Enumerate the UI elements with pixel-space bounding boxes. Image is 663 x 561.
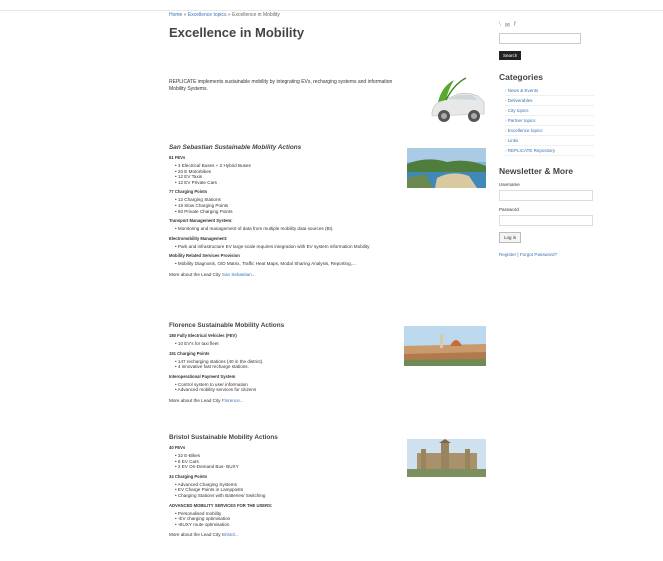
account-links: Register | Forgot Password?	[499, 252, 594, 257]
category-link-news[interactable]: News & Events	[508, 88, 539, 93]
item-list: 10 EV's for taxi fleet	[175, 341, 399, 347]
sidebar: ⧵ ✉ f Search Categories News & Events De…	[499, 22, 594, 257]
florence-section: Florence Sustainable Mobility Actions 18…	[169, 322, 399, 403]
item-list: Mobility Diagnosis, O/D Matrix, Traffic …	[175, 261, 469, 267]
list-item: 2 EV On-Demand Bus- BUXY	[175, 464, 399, 470]
bristol-title: Bristol Sustainable Mobility Actions	[169, 434, 278, 441]
list-item: Mobility Diagnosis, O/D Matrix, Traffic …	[175, 261, 469, 267]
category-link-city-topics[interactable]: City topics	[508, 108, 529, 113]
facebook-icon[interactable]: f	[514, 22, 516, 29]
electric-car-image	[431, 77, 485, 122]
list-item: 50 Private Charging Points	[175, 209, 469, 215]
list-item: Park and infrastructure EV large scale r…	[175, 244, 469, 250]
category-item: City topics	[505, 106, 594, 116]
register-link[interactable]: Register	[499, 252, 516, 257]
florence-photo	[404, 326, 486, 366]
more-about-line: More about the Lead City Florence...	[169, 398, 399, 403]
category-link-excellence-topics[interactable]: Excellence topics	[508, 128, 543, 133]
breadcrumb: Home » Excellence topics » Excellence in…	[169, 12, 489, 18]
group-title: 34 Charging Points	[169, 473, 208, 479]
categories-list: News & Events Deliverables City topics P…	[499, 86, 594, 156]
mail-icon[interactable]: ✉	[505, 22, 510, 29]
more-about-text: More about the Lead City	[169, 271, 222, 277]
password-field[interactable]	[499, 215, 593, 226]
newsletter-heading: Newsletter & More	[499, 166, 574, 176]
username-label: Username	[499, 182, 520, 187]
group-title: Interoperational Payment System	[169, 373, 236, 379]
san-sebastian-photo	[407, 148, 486, 188]
item-list: Control system to user information Advan…	[175, 382, 399, 393]
san-sebastian-link[interactable]: San Sebastian...	[222, 272, 256, 277]
forgot-password-link[interactable]: Forgot Password?	[520, 252, 557, 257]
list-item: -BUXY route optimisation	[175, 522, 399, 528]
item-list: 12 Charging Stations 15 Slow Charging Po…	[175, 197, 469, 214]
more-about-line: More about the Lead City San Sebastian..…	[169, 272, 469, 277]
group-title: 151 Charging Points	[169, 350, 210, 356]
bristol-link[interactable]: Bristol...	[222, 532, 239, 537]
breadcrumb-home-link[interactable]: Home	[169, 12, 182, 18]
list-item: Advanced mobility services for citizens	[175, 387, 399, 393]
page-title: Excellence in Mobility	[169, 25, 305, 40]
category-item: REPLICATE Repository	[505, 146, 594, 156]
item-list: Park and infrastructure EV large scale r…	[175, 244, 469, 250]
category-item: Partner topics	[505, 116, 594, 126]
list-item: 4 innovative fast recharge stations.	[175, 364, 399, 370]
item-list: Personalised mobility -EV charging optim…	[175, 511, 399, 528]
category-item: Links	[505, 136, 594, 146]
social-icons: ⧵ ✉ f	[499, 22, 594, 29]
search-input[interactable]	[499, 33, 581, 44]
main-header: Home » Excellence topics » Excellence in…	[169, 12, 489, 40]
username-field[interactable]	[499, 190, 593, 201]
bristol-section: Bristol Sustainable Mobility Actions 40 …	[169, 434, 399, 537]
category-item: Deliverables	[505, 96, 594, 106]
item-list: 32 E-Bikes 6 EV Cars 2 EV On-Demand Bus-…	[175, 453, 399, 470]
top-divider	[0, 10, 663, 11]
categories-heading: Categories	[499, 72, 543, 82]
item-list: Monitoring and management of data from m…	[175, 226, 469, 232]
more-about-text: More about the Lead City	[169, 397, 222, 403]
more-about-text: More about the Lead City	[169, 532, 222, 538]
list-item: 10 EV's for taxi fleet	[175, 341, 399, 347]
florence-link[interactable]: Florence...	[222, 398, 244, 403]
breadcrumb-topics-link[interactable]: Excellence topics	[188, 12, 227, 18]
florence-title: Florence Sustainable Mobility Actions	[169, 322, 285, 329]
group-title: 180 Fully Electrical Vehicles (FEV)	[169, 333, 237, 338]
breadcrumb-current: Excellence in Mobility	[232, 12, 280, 18]
group-title: Transport Management System:	[169, 218, 233, 224]
category-link-repository[interactable]: REPLICATE Repository	[508, 148, 555, 153]
item-list: 147 recharging stations (40 in the distr…	[175, 359, 399, 370]
category-item: Excellence topics	[505, 126, 594, 136]
login-button[interactable]: Log in	[499, 232, 522, 243]
list-item: Charging Stations with Batteries/ Switch…	[175, 493, 399, 499]
bristol-photo	[407, 439, 486, 477]
group-title: ADVANCED MOBILITY SERVICES FOR THE USERS…	[169, 502, 273, 508]
category-link-links[interactable]: Links	[508, 138, 519, 143]
category-item: News & Events	[505, 86, 594, 96]
password-label: Password	[499, 207, 519, 212]
list-item: Monitoring and management of data from m…	[175, 226, 469, 232]
search-button[interactable]: Search	[499, 51, 522, 60]
category-link-partner-topics[interactable]: Partner topics	[508, 118, 536, 123]
group-title: Mobility Related Services Provision	[169, 253, 240, 259]
group-title: 40 FEVs	[169, 445, 186, 450]
item-list: Advanced Charging Systems EV Charge Poin…	[175, 482, 399, 499]
category-link-deliverables[interactable]: Deliverables	[508, 98, 533, 103]
group-title: 77 Charging Points	[169, 189, 208, 195]
group-title: Electromobility Management:	[169, 235, 228, 241]
more-about-line: More about the Lead City Bristol...	[169, 532, 399, 537]
intro-text: REPLICATE implements sustainable mobilit…	[169, 79, 393, 92]
rss-icon[interactable]: ⧵	[499, 22, 501, 29]
